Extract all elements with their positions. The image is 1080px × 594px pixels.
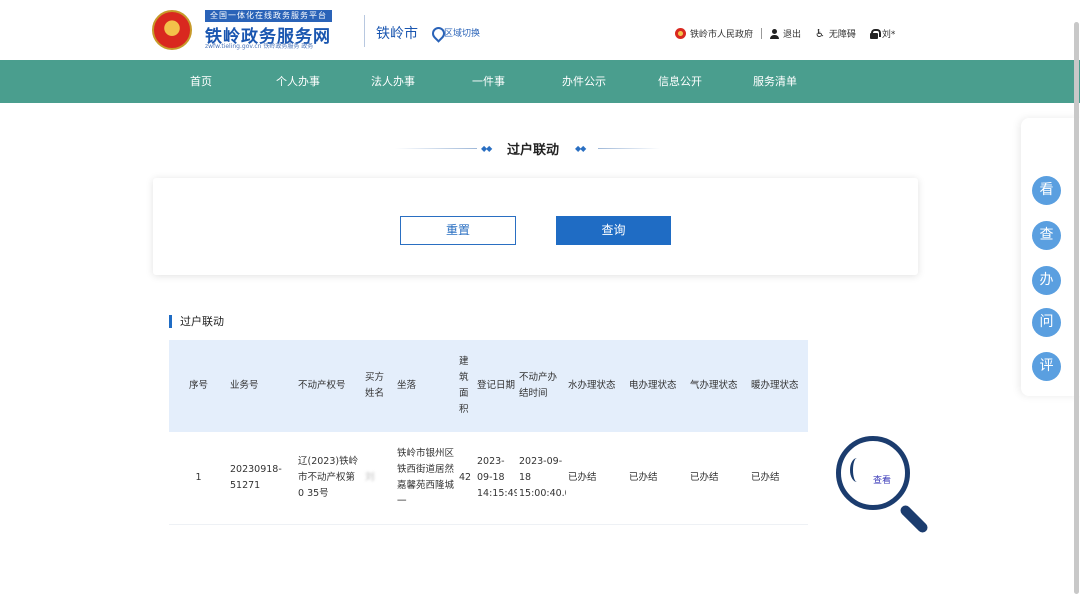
lock-icon xyxy=(869,28,881,39)
nav-service-list[interactable]: 服务清单 xyxy=(753,60,797,103)
table-row: 1 20230918-51271 辽(2023)铁岭市不动产权第 0 35号 刘… xyxy=(169,432,808,524)
nav-personal[interactable]: 个人办事 xyxy=(276,60,320,103)
nav-case-publicity[interactable]: 办件公示 xyxy=(562,60,606,103)
platform-banner: 全国一体化在线政务服务平台 xyxy=(205,10,332,22)
col-heating-status: 暖办理状态 xyxy=(751,380,799,391)
cell-heating-status: 已办结 xyxy=(751,471,780,483)
nav-legal-entity[interactable]: 法人办事 xyxy=(371,60,415,103)
nav-info-disclosure[interactable]: 信息公开 xyxy=(658,60,702,103)
region-switch-label: 区域切换 xyxy=(444,29,481,39)
reset-button[interactable]: 重置 xyxy=(400,216,516,245)
section-heading: ◆◆ 过户联动 ◆◆ xyxy=(395,138,660,158)
logout-button[interactable]: 退出 xyxy=(770,27,801,40)
cell-buyer: 刘 xyxy=(365,471,375,483)
query-panel: 重置 查询 xyxy=(153,178,918,275)
main-nav: 首页 个人办事 法人办事 一件事 办件公示 信息公开 服务清单 xyxy=(0,60,1080,103)
site-logo-subtitle: zwfw.tieling.gov.cn 铁岭政务服务 政务 xyxy=(205,43,314,50)
side-check-button[interactable]: 查 xyxy=(1032,221,1061,250)
query-button[interactable]: 查询 xyxy=(556,216,671,245)
header-toolbar: 铁岭市人民政府 退出 ♿ 无障碍 刘* xyxy=(675,27,909,40)
side-rate-button[interactable]: 评 xyxy=(1032,352,1061,381)
nav-home[interactable]: 首页 xyxy=(190,60,212,103)
header-divider xyxy=(364,15,365,47)
cell-business-no: 20230918-51271 xyxy=(230,463,282,491)
current-city: 铁岭市 xyxy=(376,26,418,42)
national-emblem-icon xyxy=(152,10,192,50)
col-electric-status: 电办理状态 xyxy=(629,380,677,391)
table-header-row: 序号 业务号 不动产权号 买方姓名 坐落 建筑面积 登记日期 不动产办结时间 水… xyxy=(169,340,808,432)
col-business-no: 业务号 xyxy=(230,380,259,391)
user-name: 刘* xyxy=(881,30,896,40)
page-title: 过户联动 xyxy=(507,143,560,158)
gov-link[interactable]: 铁岭市人民政府 xyxy=(675,27,753,40)
accessibility-button[interactable]: ♿ 无障碍 xyxy=(815,27,856,40)
magnifier-icon xyxy=(836,436,936,536)
user-account[interactable]: 刘* xyxy=(869,27,896,40)
col-area: 建筑面积 xyxy=(459,356,469,415)
cell-area: 42 xyxy=(459,471,472,483)
side-handle-button[interactable]: 办 xyxy=(1032,266,1061,295)
cell-finish-time: 2023-09-18 15:00:40.0 xyxy=(519,455,566,499)
cell-electric-status: 已办结 xyxy=(629,471,658,483)
accessibility-label: 无障碍 xyxy=(828,30,856,40)
col-property-no: 不动产权号 xyxy=(298,380,346,391)
magnifier-glint xyxy=(850,458,864,482)
site-header: 全国一体化在线政务服务平台 铁岭政务服务网 zwfw.tieling.gov.c… xyxy=(0,0,1080,60)
side-ask-button[interactable]: 问 xyxy=(1032,308,1061,337)
toolbar-separator xyxy=(761,28,763,39)
results-table-wrap: 序号 业务号 不动产权号 买方姓名 坐落 建筑面积 登记日期 不动产办结时间 水… xyxy=(169,340,808,525)
page-scrollbar[interactable] xyxy=(1074,22,1079,594)
gov-emblem-icon xyxy=(675,28,686,39)
col-index: 序号 xyxy=(188,380,208,391)
region-switch-link[interactable]: 区域切换 xyxy=(432,26,480,39)
heading-dots-right: ◆◆ xyxy=(575,144,586,153)
cell-gas-status: 已办结 xyxy=(690,471,719,483)
cell-index: 1 xyxy=(195,471,202,483)
col-finish-time: 不动产办结时间 xyxy=(519,372,558,399)
user-icon xyxy=(770,28,780,39)
col-water-status: 水办理状态 xyxy=(568,380,616,391)
side-look-button[interactable]: 看 xyxy=(1032,176,1061,205)
cell-water-status: 已办结 xyxy=(568,471,597,483)
col-buyer: 买方姓名 xyxy=(365,372,385,399)
heading-line-right xyxy=(598,148,660,149)
gov-link-label: 铁岭市人民政府 xyxy=(690,30,754,40)
view-detail-link[interactable]: 查看 xyxy=(873,473,891,486)
accessibility-icon: ♿ xyxy=(815,27,825,40)
magnifier-handle xyxy=(898,503,930,535)
results-title: 过户联动 xyxy=(169,315,224,328)
col-reg-date: 登记日期 xyxy=(477,380,516,391)
logout-label: 退出 xyxy=(783,30,802,40)
heading-line-left xyxy=(395,148,477,149)
col-location: 坐落 xyxy=(397,380,417,391)
cell-reg-date: 2023-09-18 14:15:49 xyxy=(477,455,517,499)
heading-dots-left: ◆◆ xyxy=(481,144,492,153)
results-table: 序号 业务号 不动产权号 买方姓名 坐落 建筑面积 登记日期 不动产办结时间 水… xyxy=(169,340,808,525)
nav-one-thing[interactable]: 一件事 xyxy=(472,60,505,103)
cell-location: 铁岭市银州区铁西街道居然嘉馨苑西隆城一 xyxy=(397,447,455,507)
cell-property-no: 辽(2023)铁岭市不动产权第 0 35号 xyxy=(298,455,359,499)
location-pin-icon xyxy=(432,27,441,38)
col-gas-status: 气办理状态 xyxy=(690,380,738,391)
